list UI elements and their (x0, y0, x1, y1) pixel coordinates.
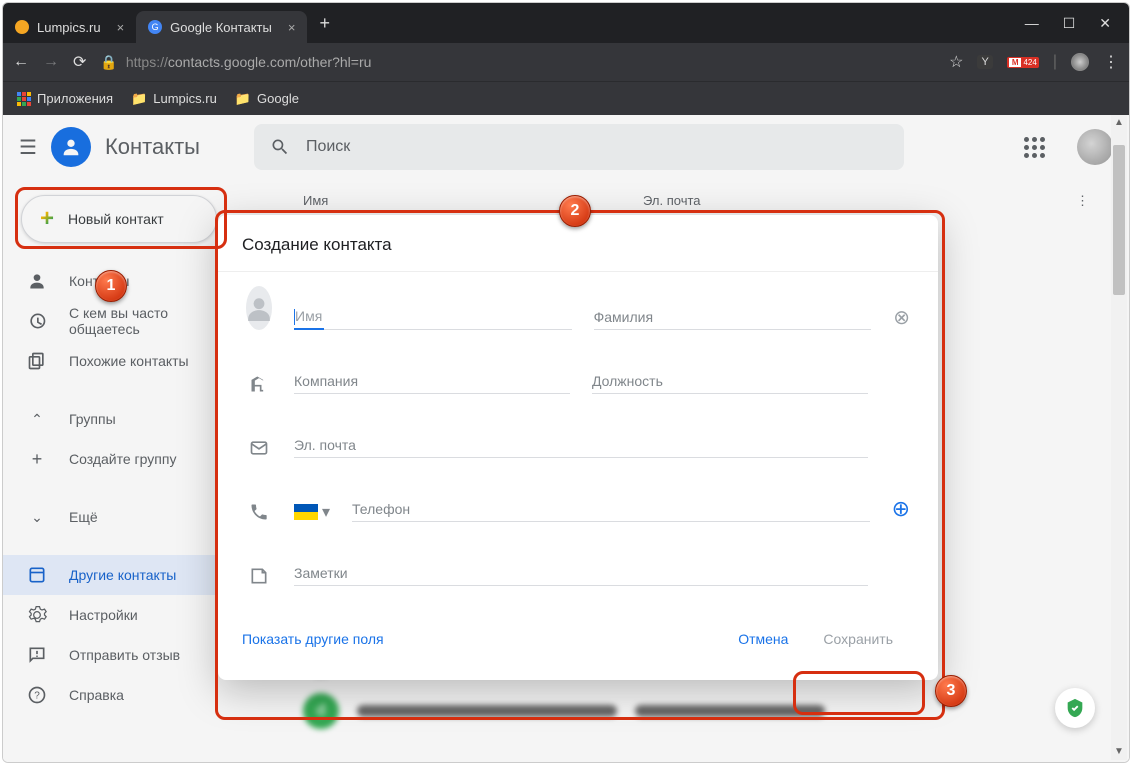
address-bar[interactable]: 🔒 https://contacts.google.com/other?hl=r… (100, 54, 935, 71)
address-bar-row: ← → ⟳ 🔒 https://contacts.google.com/othe… (3, 43, 1129, 81)
email-field[interactable]: Эл. почта (294, 433, 868, 458)
phone-icon (249, 502, 269, 522)
bookmark-apps[interactable]: Приложения (17, 91, 113, 106)
save-button[interactable]: Сохранить (802, 622, 914, 656)
scroll-down-icon[interactable]: ▼ (1111, 744, 1127, 760)
last-name-field[interactable]: Фамилия (594, 305, 872, 330)
apps-icon (17, 92, 31, 106)
tab-lumpics-label: Lumpics.ru (37, 20, 101, 35)
avatar-placeholder-icon[interactable] (246, 286, 272, 330)
yandex-ext-icon[interactable]: Y (977, 55, 992, 69)
url-protocol: https:// (126, 54, 168, 70)
browser-menu-icon[interactable]: ⋮ (1103, 52, 1119, 72)
more-actions-icon[interactable]: ⋮ (1076, 193, 1089, 209)
callout-3: 3 (935, 675, 967, 707)
bookmark-google-label: Google (257, 91, 299, 106)
bookmark-lumpics[interactable]: 📁 Lumpics.ru (131, 91, 217, 107)
add-phone-icon[interactable]: ⊕ (892, 496, 910, 522)
create-contact-modal: Создание контакта Имя Фамилия ⊗ Компания… (218, 215, 938, 680)
show-more-fields-link[interactable]: Показать другие поля (242, 631, 384, 647)
bookmark-google[interactable]: 📁 Google (235, 91, 299, 107)
browser-titlebar: Lumpics.ru × G Google Контакты × + — ☐ ✕ (3, 3, 1129, 43)
profile-ext-icon[interactable] (1071, 53, 1089, 71)
bookmark-apps-label: Приложения (37, 91, 113, 106)
phone-field[interactable]: Телефон (352, 497, 870, 522)
callout-2: 2 (559, 195, 591, 227)
forward-icon[interactable]: → (43, 53, 59, 71)
new-tab-button[interactable]: + (319, 13, 330, 34)
scroll-up-icon[interactable]: ▲ (1111, 115, 1127, 131)
window-maximize-icon[interactable]: ☐ (1063, 15, 1076, 32)
window-close-icon[interactable]: ✕ (1099, 15, 1111, 32)
job-field[interactable]: Должность (592, 369, 868, 394)
notes-field[interactable]: Заметки (294, 561, 868, 586)
flag-ukraine-icon (294, 504, 318, 520)
first-name-field[interactable]: Имя (294, 304, 572, 330)
callout-1: 1 (95, 270, 127, 302)
security-shield-icon[interactable] (1055, 688, 1095, 728)
tab-lumpics[interactable]: Lumpics.ru × (3, 11, 136, 43)
column-headers: Имя Эл. почта ⋮ (303, 189, 1089, 213)
tab-close-icon[interactable]: × (288, 20, 296, 35)
tab-google-contacts[interactable]: G Google Контакты × (136, 11, 307, 43)
vertical-scrollbar[interactable]: ▲ ▼ (1111, 115, 1127, 760)
window-minimize-icon[interactable]: — (1025, 15, 1039, 32)
divider-icon: | (1053, 53, 1057, 71)
clear-name-icon[interactable]: ⊗ (893, 305, 910, 330)
favorite-icon[interactable]: ☆ (949, 52, 963, 72)
tab-close-icon[interactable]: × (117, 20, 125, 35)
favicon-google-icon: G (148, 20, 162, 34)
email-icon (249, 438, 269, 458)
company-icon (249, 374, 269, 394)
column-name: Имя (303, 193, 643, 209)
back-icon[interactable]: ← (13, 53, 29, 71)
bookmark-lumpics-label: Lumpics.ru (153, 91, 217, 106)
bookmarks-bar: Приложения 📁 Lumpics.ru 📁 Google (3, 81, 1129, 115)
lock-icon: 🔒 (100, 54, 117, 71)
chevron-down-icon: ▾ (322, 502, 330, 522)
reload-icon[interactable]: ⟳ (73, 52, 86, 72)
url-text: contacts.google.com/other?hl=ru (168, 54, 372, 70)
table-row[interactable]: d (303, 685, 1089, 737)
tab-google-label: Google Контакты (170, 20, 272, 35)
folder-icon: 📁 (235, 91, 251, 107)
scrollbar-thumb[interactable] (1113, 145, 1125, 295)
country-selector[interactable]: ▾ (294, 502, 330, 522)
notes-icon (249, 566, 269, 586)
folder-icon: 📁 (131, 91, 147, 107)
page-content: ☰ Контакты Поиск + Новый контакт (3, 115, 1129, 762)
column-email: Эл. почта (643, 193, 701, 209)
gmail-ext-icon[interactable]: 424 (1007, 57, 1039, 68)
favicon-lumpics-icon (15, 20, 29, 34)
company-field[interactable]: Компания (294, 369, 570, 394)
avatar-icon: d (303, 693, 339, 729)
cancel-button[interactable]: Отмена (724, 623, 802, 655)
